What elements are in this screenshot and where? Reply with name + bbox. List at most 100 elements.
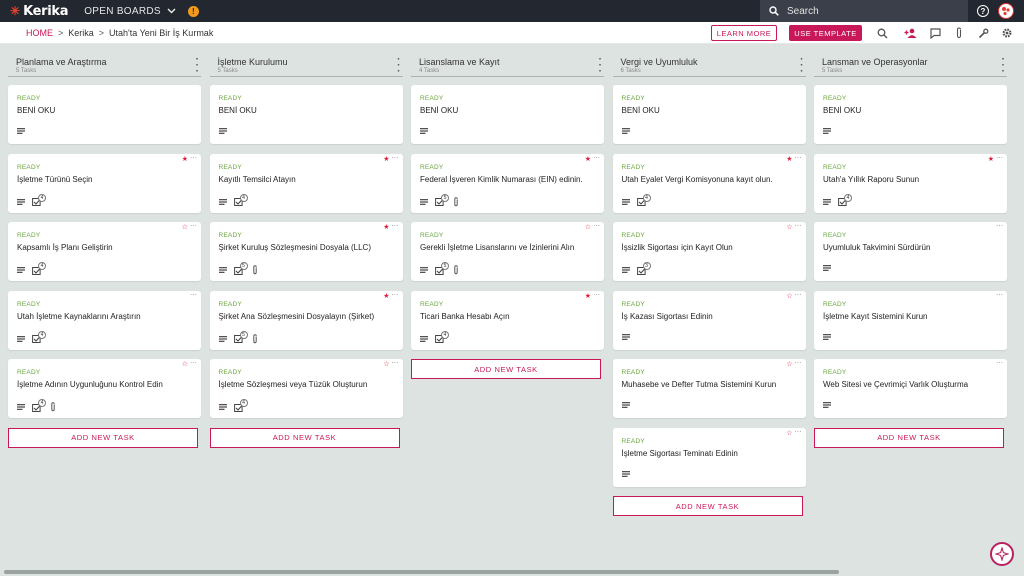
star-outline-icon[interactable]: ☆ [383,361,389,368]
star-outline-icon[interactable]: ☆ [585,224,591,231]
task-card[interactable]: READY İşletme Kayıt Sistemini Kurun ⋯ [814,290,1007,350]
more-options-icon[interactable]: ⋯ [190,223,197,230]
task-card[interactable]: READY BENİ OKU [814,85,1007,144]
task-card[interactable]: READY BENİ OKU [209,85,403,144]
description-icon [621,333,630,340]
ai-assistant-button[interactable] [990,542,1014,566]
add-new-task-button[interactable]: ADD NEW TASK [411,359,601,379]
more-options-icon[interactable]: ⋯ [190,292,197,299]
star-filled-icon[interactable]: ★ [182,156,188,163]
task-status: READY [420,163,444,171]
star-filled-icon[interactable]: ★ [383,156,389,163]
help-icon[interactable]: ? [977,5,989,17]
horizontal-scrollbar[interactable] [4,570,839,574]
star-filled-icon[interactable]: ★ [585,293,591,300]
breadcrumb-org-link[interactable]: Kerika [68,28,94,38]
task-title: İşletme Sigortası Teminatı Edinin [621,448,738,458]
task-card[interactable]: READY Utah İşletme Kaynaklarını Araştırın… [8,290,201,350]
task-card[interactable]: READY Şirket Ana Sözleşmesini Dosyalayın … [209,290,403,350]
breadcrumb-home-link[interactable]: HOME [26,28,53,38]
use-template-button[interactable]: USE TEMPLATE [789,25,862,41]
add-new-task-button[interactable]: ADD NEW TASK [612,496,803,516]
add-team-member-button[interactable] [903,26,917,40]
star-outline-icon[interactable]: ☆ [182,224,188,231]
task-card[interactable]: READY İşletme Sigortası Teminatı Edinin ☆ ⋯ [612,427,806,487]
column-header[interactable]: Lansman ve Operasyonlar 5 Tasks · · · [814,52,1007,77]
more-options-icon[interactable]: ⋯ [593,223,600,230]
more-options-icon[interactable]: ⋯ [795,429,802,436]
column-header[interactable]: Vergi ve Uyumluluk 6 Tasks · · · [612,52,806,77]
task-card[interactable]: READY İşsizlik Sigortası için Kayıt Olun ☆… [612,222,806,281]
task-card[interactable]: READY İşletme Adının Uygunluğunu Kontrol … [8,359,201,418]
more-options-icon[interactable]: ⋯ [996,292,1003,299]
task-card[interactable]: READY Muhasebe ve Defter Tutma Sistemini … [612,359,806,418]
task-card[interactable]: READY Şirket Kuruluş Sözleşmesini Dosyala… [209,222,403,281]
task-card[interactable]: READY BENİ OKU [612,85,806,144]
board-attachments-button[interactable] [952,26,966,40]
star-outline-icon[interactable]: ☆ [786,224,792,231]
more-options-icon[interactable]: ⋯ [996,155,1003,162]
add-new-task-button[interactable]: ADD NEW TASK [209,427,400,448]
task-card[interactable]: READY BENİ OKU [8,85,201,144]
star-filled-icon[interactable]: ★ [383,224,389,231]
task-card[interactable]: READY İş Kazası Sigortası Edinin ☆ ⋯ [612,290,806,350]
task-card[interactable]: READY Utah Eyalet Vergi Komisyonuna kayıt… [612,153,806,213]
kerika-logo[interactable]: ✳ Kerika [10,4,69,19]
board-tools-button[interactable] [976,26,990,40]
more-options-icon[interactable]: ⋯ [996,223,1003,230]
more-options-icon[interactable]: ⋯ [795,360,802,367]
more-options-icon[interactable]: ⋯ [190,155,197,162]
more-options-icon[interactable]: ⋯ [593,292,600,299]
add-new-task-button[interactable]: ADD NEW TASK [814,427,1004,448]
task-card[interactable]: READY Gerekli İşletme Lisanslarını ve İzi… [411,222,604,281]
more-options-icon[interactable]: ⋯ [593,155,600,162]
task-card[interactable]: READY Kayıtlı Temsilci Atayın ★ ⋯ 4 [209,153,403,213]
column-header[interactable]: Planlama ve Araştırma 5 Tasks · · · [8,52,201,77]
user-avatar[interactable] [998,3,1014,19]
column-menu-icon[interactable]: · · · [196,55,199,77]
star-outline-icon[interactable]: ☆ [786,361,792,368]
more-options-icon[interactable]: ⋯ [996,360,1003,367]
search-input[interactable] [787,5,937,17]
star-filled-icon[interactable]: ★ [786,156,792,163]
task-card[interactable]: READY Kapsamlı İş Planı Geliştirin ☆ ⋯ 4 [8,222,201,281]
more-options-icon[interactable]: ⋯ [795,292,802,299]
star-outline-icon[interactable]: ☆ [182,361,188,368]
column-header[interactable]: Lisanslama ve Kayıt 4 Tasks · · · [411,52,604,77]
board-settings-button[interactable] [1000,26,1014,40]
task-card[interactable]: READY İşletme Sözleşmesi veya Tüzük Oluşt… [209,359,403,418]
checklist-count: 3 [642,262,651,270]
task-card[interactable]: READY Web Sitesi ve Çevrimiçi Varlık Oluş… [814,359,1007,418]
more-options-icon[interactable]: ⋯ [392,155,399,162]
task-card[interactable]: READY Uyumluluk Takvimini Sürdürün ⋯ [814,222,1007,281]
task-card[interactable]: READY İşletme Türünü Seçin ★ ⋯ 4 [8,153,201,213]
notification-badge[interactable]: ! [187,5,199,17]
column-header[interactable]: İşletme Kurulumu 5 Tasks · · · [209,52,403,77]
more-options-icon[interactable]: ⋯ [392,292,399,299]
task-card[interactable]: READY Utah'a Yıllık Raporu Sunun ★ ⋯ 4 [814,153,1007,213]
more-options-icon[interactable]: ⋯ [392,360,399,367]
learn-more-button[interactable]: LEARN MORE [711,25,777,41]
more-options-icon[interactable]: ⋯ [795,223,802,230]
task-card[interactable]: READY BENİ OKU [411,85,604,144]
star-outline-icon[interactable]: ☆ [786,293,792,300]
star-filled-icon[interactable]: ★ [383,293,389,300]
star-filled-icon[interactable]: ★ [988,156,994,163]
column-menu-icon[interactable]: · · · [1002,55,1005,77]
star-filled-icon[interactable]: ★ [585,156,591,163]
task-card[interactable]: READY Ticari Banka Hesabı Açın ★ ⋯ 4 [411,290,604,350]
board-search-button[interactable] [875,26,889,40]
board-chat-button[interactable] [928,26,942,40]
open-boards-dropdown[interactable]: OPEN BOARDS [84,6,176,17]
column-menu-icon[interactable]: · · · [599,55,602,77]
task-status: READY [621,369,645,376]
more-options-icon[interactable]: ⋯ [392,223,399,230]
star-outline-icon[interactable]: ☆ [786,430,792,437]
column-menu-icon[interactable]: · · · [800,55,803,77]
add-new-task-button[interactable]: ADD NEW TASK [8,427,198,448]
column-menu-icon[interactable]: · · · [397,55,400,77]
task-card[interactable]: READY Federal İşveren Kimlik Numarası (EI… [411,153,604,213]
more-options-icon[interactable]: ⋯ [190,360,197,367]
search-box[interactable] [760,0,968,22]
more-options-icon[interactable]: ⋯ [795,155,802,162]
